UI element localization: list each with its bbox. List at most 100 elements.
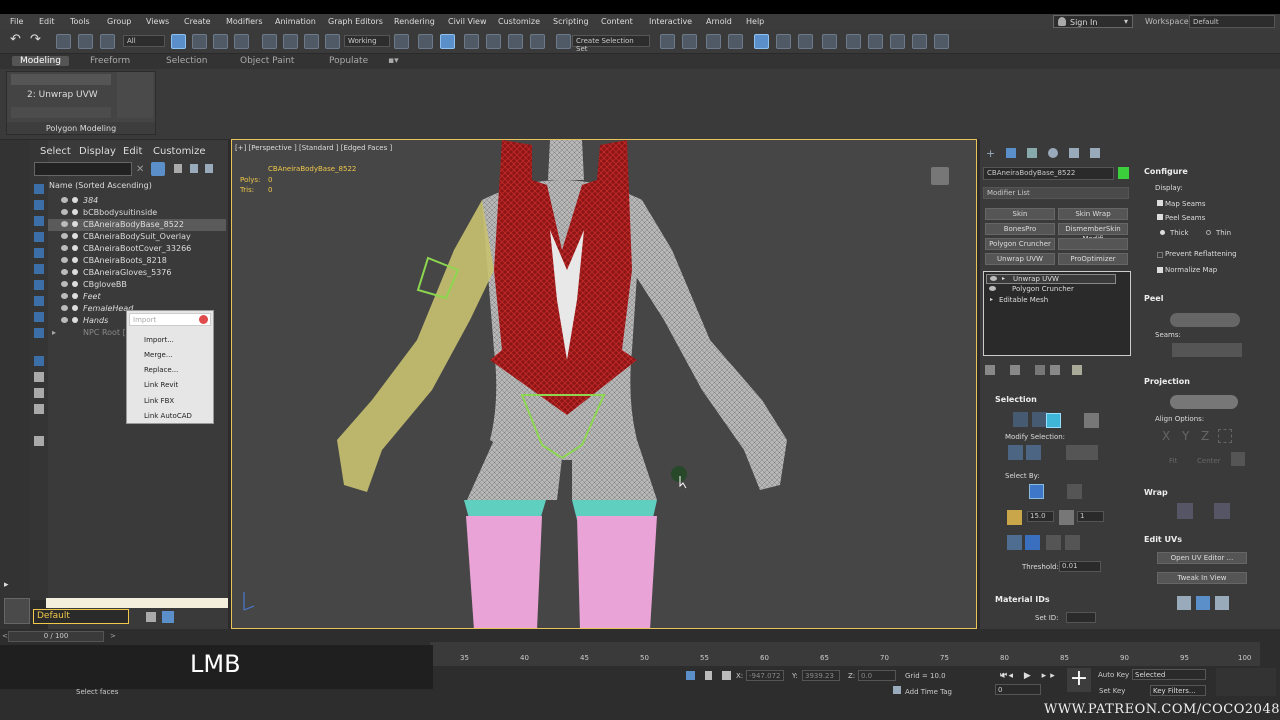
reset-projection-icon[interactable] (1231, 452, 1245, 466)
y-coord-field[interactable]: 3939.23 (802, 670, 840, 681)
select-element-icon[interactable] (1084, 413, 1099, 428)
unlink-icon[interactable] (78, 34, 93, 49)
scene-search-input[interactable] (34, 162, 132, 176)
stack-item-editable-mesh[interactable]: ▸ Editable Mesh (986, 296, 1116, 306)
absolute-mode-icon[interactable] (722, 671, 731, 680)
polygon-cruncher-button[interactable]: Polygon Cruncher (985, 238, 1055, 250)
menu-group[interactable]: Group (107, 17, 131, 26)
playback-controls[interactable]: ◂◂ ▶ ▸▸ (1000, 671, 1070, 681)
explorer-menu-display[interactable]: Display (79, 146, 116, 157)
clear-search-icon[interactable]: ✕ (136, 164, 144, 175)
toggle-scene-explorer-icon[interactable] (706, 34, 721, 49)
scene-item[interactable]: CBAneiraGloves_5376 (48, 267, 226, 279)
select-by-smoothing-icon[interactable] (1059, 510, 1074, 525)
vertex-mode-icon[interactable] (1013, 412, 1028, 427)
x-coord-field[interactable]: -947.072 (746, 670, 784, 681)
explorer-menu-edit[interactable]: Edit (123, 146, 142, 157)
menu-item-link-autocad[interactable]: Link AutoCAD (144, 412, 192, 420)
show-end-result-icon[interactable] (1010, 365, 1020, 375)
hierarchy-panel-icon[interactable] (1027, 148, 1037, 158)
expand-icon[interactable]: ▸ (1002, 275, 1005, 282)
layer-swatch[interactable] (4, 598, 30, 624)
current-layer-field[interactable]: Default (33, 609, 129, 624)
shrink-selection-icon[interactable] (1026, 445, 1041, 460)
select-by-name-icon[interactable] (192, 34, 207, 49)
rendered-frame-icon[interactable] (868, 34, 883, 49)
display-groups-icon[interactable] (34, 296, 44, 306)
menu-create[interactable]: Create (184, 17, 211, 26)
skin-button[interactable]: Skin (985, 208, 1055, 220)
dismemberskin-button[interactable]: DismemberSkin Modifi (1058, 223, 1128, 243)
quick-peel-icon[interactable] (1177, 596, 1191, 610)
subobject-icons[interactable] (11, 74, 111, 85)
eye-icon[interactable] (61, 305, 68, 311)
display-helpers-icon[interactable] (34, 264, 44, 274)
object-color-swatch[interactable] (1118, 167, 1129, 179)
time-slider[interactable]: 0 / 100 (8, 631, 104, 642)
configure-rollout-title[interactable]: Configure (1144, 167, 1188, 176)
render-in-cloud-icon[interactable] (912, 34, 927, 49)
expand-arrow-icon[interactable]: ▸ (4, 580, 9, 590)
menu-file[interactable]: File (10, 17, 23, 26)
thin-radio[interactable] (1206, 230, 1211, 235)
menu-civil-view[interactable]: Civil View (448, 17, 487, 26)
make-unique-icon[interactable] (1035, 365, 1045, 375)
angle-snap-icon[interactable] (486, 34, 501, 49)
eye-icon[interactable] (61, 209, 68, 215)
menu-views[interactable]: Views (146, 17, 169, 26)
menu-arnold[interactable]: Arnold (706, 17, 732, 26)
map-seams-checkbox[interactable] (1157, 200, 1163, 206)
redo-icon[interactable]: ↷ (30, 32, 45, 47)
edge-mode-icon[interactable] (1032, 412, 1047, 427)
curve-editor-icon[interactable] (776, 34, 791, 49)
select-manipulate-icon[interactable] (418, 34, 433, 49)
open-uv-editor-button[interactable]: Open UV Editor ... (1157, 552, 1247, 564)
select-by-element-icon[interactable] (1029, 484, 1044, 499)
align-x-icon[interactable]: X (1162, 429, 1170, 443)
bind-spacewarp-icon[interactable] (100, 34, 115, 49)
center-button[interactable]: Center (1197, 457, 1221, 465)
stack-item-unwrap-uvw[interactable]: ▸ Unwrap UVW (986, 274, 1116, 284)
schematic-view-icon[interactable] (798, 34, 813, 49)
projection-rollout-title[interactable]: Projection (1144, 377, 1190, 386)
set-key-icon[interactable]: + (1067, 668, 1091, 692)
placement-icon[interactable] (325, 34, 340, 49)
angle-field[interactable]: 15.0 (1027, 511, 1054, 522)
display-lights-icon[interactable] (34, 232, 44, 242)
explorer-menu-customize[interactable]: Customize (153, 146, 206, 157)
scene-item[interactable]: CBAneiraBoots_8218 (48, 255, 226, 267)
move-icon[interactable] (262, 34, 277, 49)
display-cameras-icon[interactable] (34, 248, 44, 258)
eye-icon[interactable] (990, 276, 997, 281)
utilities-panel-icon[interactable] (1090, 148, 1100, 158)
spinner-snap-icon[interactable] (530, 34, 545, 49)
tab-object-paint[interactable]: Object Paint (240, 56, 294, 66)
time-tag-icon[interactable] (893, 686, 901, 694)
menu-interactive[interactable]: Interactive (649, 17, 692, 26)
display-shapes-icon[interactable] (34, 216, 44, 226)
display-bones-icon[interactable] (34, 328, 44, 338)
key-selection-select[interactable]: Selected (1132, 669, 1206, 680)
filter-icon[interactable] (34, 404, 44, 414)
menu-animation[interactable]: Animation (275, 17, 316, 26)
menu-item-import[interactable]: Import... (144, 336, 174, 344)
toggle-layer-explorer-icon[interactable] (728, 34, 743, 49)
loop-ring-icons[interactable] (1066, 445, 1098, 460)
key-filters-button[interactable]: Key Filters... (1150, 685, 1206, 696)
thick-radio[interactable] (1160, 230, 1165, 235)
align-best-fit-icon[interactable] (1218, 429, 1232, 443)
menu-item-link-revit[interactable]: Link Revit (144, 381, 178, 389)
menu-item-replace[interactable]: Replace... (144, 366, 178, 374)
scene-item-selected[interactable]: CBAneiraBodyBase_8522 (48, 219, 226, 231)
tab-selection[interactable]: Selection (166, 56, 207, 66)
select-object-icon[interactable] (171, 34, 186, 49)
eye-icon[interactable] (61, 293, 68, 299)
threshold-field[interactable]: 0.01 (1059, 561, 1101, 572)
undo-icon[interactable]: ↶ (10, 32, 25, 47)
pivot-center-icon[interactable] (394, 34, 409, 49)
peel-tool-icons[interactable] (1170, 313, 1240, 327)
select-by-z-icon[interactable] (1065, 535, 1080, 550)
menu-item-merge[interactable]: Merge... (144, 351, 173, 359)
tab-freeform[interactable]: Freeform (90, 56, 130, 66)
viewport-nav-icons[interactable] (1216, 668, 1276, 696)
